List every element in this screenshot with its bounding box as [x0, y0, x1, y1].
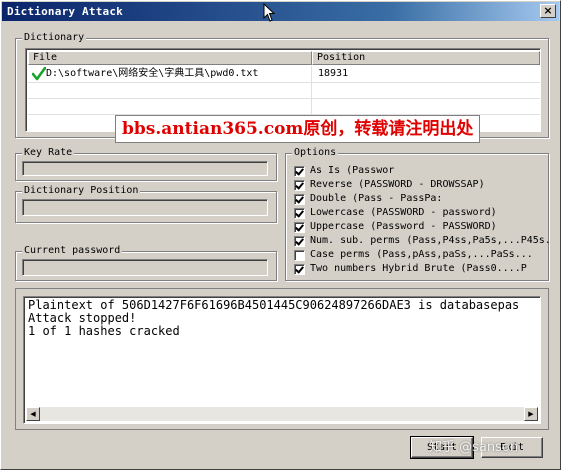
option-label: Reverse (PASSWORD - DROWSSAP) — [310, 179, 485, 190]
dictionary-position-group: Dictionary Position — [15, 185, 277, 223]
watermark-banner: bbs.antian365.com原创，转载请注明出处 — [115, 115, 481, 143]
options-group-label: Options — [292, 147, 339, 159]
option-checkbox[interactable] — [294, 263, 305, 275]
option-case-perms[interactable]: Case perms (Pass,pAss,paSs,...PaSs... — [294, 248, 533, 262]
column-header-file-label: File — [33, 52, 58, 63]
grid-line — [28, 82, 540, 83]
option-checkbox[interactable] — [294, 179, 305, 191]
output-log[interactable]: Plaintext of 506D1427F6F61696B4501445C90… — [23, 296, 541, 424]
dictionary-position-field — [22, 199, 268, 216]
green-check-icon — [32, 67, 46, 81]
column-header-position[interactable]: Position — [312, 51, 540, 65]
option-label: Two numbers Hybrid Brute (Pass0....P — [310, 263, 527, 274]
output-line: Attack stopped! — [28, 311, 137, 325]
current-password-field — [22, 259, 268, 276]
option-checkbox[interactable] — [294, 221, 305, 233]
dictionary-attack-window: Dictionary Attack × Dictionary File Posi… — [0, 0, 561, 470]
option-checkbox[interactable] — [294, 249, 305, 261]
table-row[interactable]: D:\software\网络安全\字典工具\pwd0.txt 18931 — [28, 66, 538, 82]
dictionary-position-label: Dictionary Position — [22, 185, 141, 197]
grid-line — [28, 98, 540, 99]
key-rate-label: Key Rate — [22, 147, 75, 159]
option-checkbox[interactable] — [294, 207, 305, 219]
output-lines: Plaintext of 506D1427F6F61696B4501445C90… — [28, 299, 519, 338]
option-num-sub-perms[interactable]: Num. sub. perms (Pass,P4ss,Pa5s,...P45s. — [294, 234, 551, 248]
option-label: Lowercase (PASSWORD - password) — [310, 207, 497, 218]
output-line: Plaintext of 506D1427F6F61696B4501445C90… — [28, 298, 520, 312]
option-label: Uppercase (Password - PASSWORD) — [310, 221, 497, 232]
column-header-position-label: Position — [317, 52, 366, 63]
option-label: Double (Pass - PassPa: — [310, 193, 443, 204]
arrow-cursor-icon — [263, 3, 275, 22]
option-as-is[interactable]: As Is (Passwor — [294, 164, 394, 178]
option-label: Case perms (Pass,pAss,paSs,...PaSs... — [310, 249, 533, 260]
close-icon: × — [543, 4, 553, 17]
dictionary-group-label: Dictionary — [22, 32, 87, 44]
option-label: As Is (Passwor — [310, 165, 395, 176]
row-file-path: D:\software\网络安全\字典工具\pwd0.txt — [46, 68, 259, 79]
close-button[interactable]: × — [540, 4, 556, 18]
option-label: Num. sub. perms (Pass,P4ss,Pa5s,...P45s. — [310, 235, 551, 246]
scroll-right-arrow-icon[interactable]: ▶ — [524, 407, 538, 421]
option-checkbox[interactable] — [294, 165, 305, 177]
window-title: Dictionary Attack — [7, 5, 123, 18]
options-group: Options As Is (Passwor Reverse (PASSWORD… — [285, 147, 551, 281]
overlay-watermark: 知乎 @sanson — [429, 440, 519, 455]
option-lowercase[interactable]: Lowercase (PASSWORD - password) — [294, 206, 497, 220]
column-header-file[interactable]: File — [28, 51, 312, 65]
option-checkbox[interactable] — [294, 193, 305, 205]
current-password-group: Current password — [15, 245, 277, 281]
option-checkbox[interactable] — [294, 235, 305, 247]
current-password-label: Current password — [22, 245, 123, 257]
option-double[interactable]: Double (Pass - PassPa: — [294, 192, 442, 206]
scroll-left-arrow-icon[interactable]: ◀ — [26, 407, 40, 421]
key-rate-group: Key Rate — [15, 147, 277, 181]
title-bar[interactable]: Dictionary Attack × — [2, 2, 559, 21]
output-line: 1 of 1 hashes cracked — [28, 324, 180, 338]
option-two-numbers-hybrid[interactable]: Two numbers Hybrid Brute (Pass0....P — [294, 262, 527, 276]
option-reverse[interactable]: Reverse (PASSWORD - DROWSSAP) — [294, 178, 485, 192]
horizontal-scrollbar[interactable]: ◀ ▶ — [26, 407, 538, 421]
key-rate-field — [22, 161, 268, 176]
option-uppercase[interactable]: Uppercase (Password - PASSWORD) — [294, 220, 497, 234]
row-position: 18931 — [318, 68, 349, 79]
